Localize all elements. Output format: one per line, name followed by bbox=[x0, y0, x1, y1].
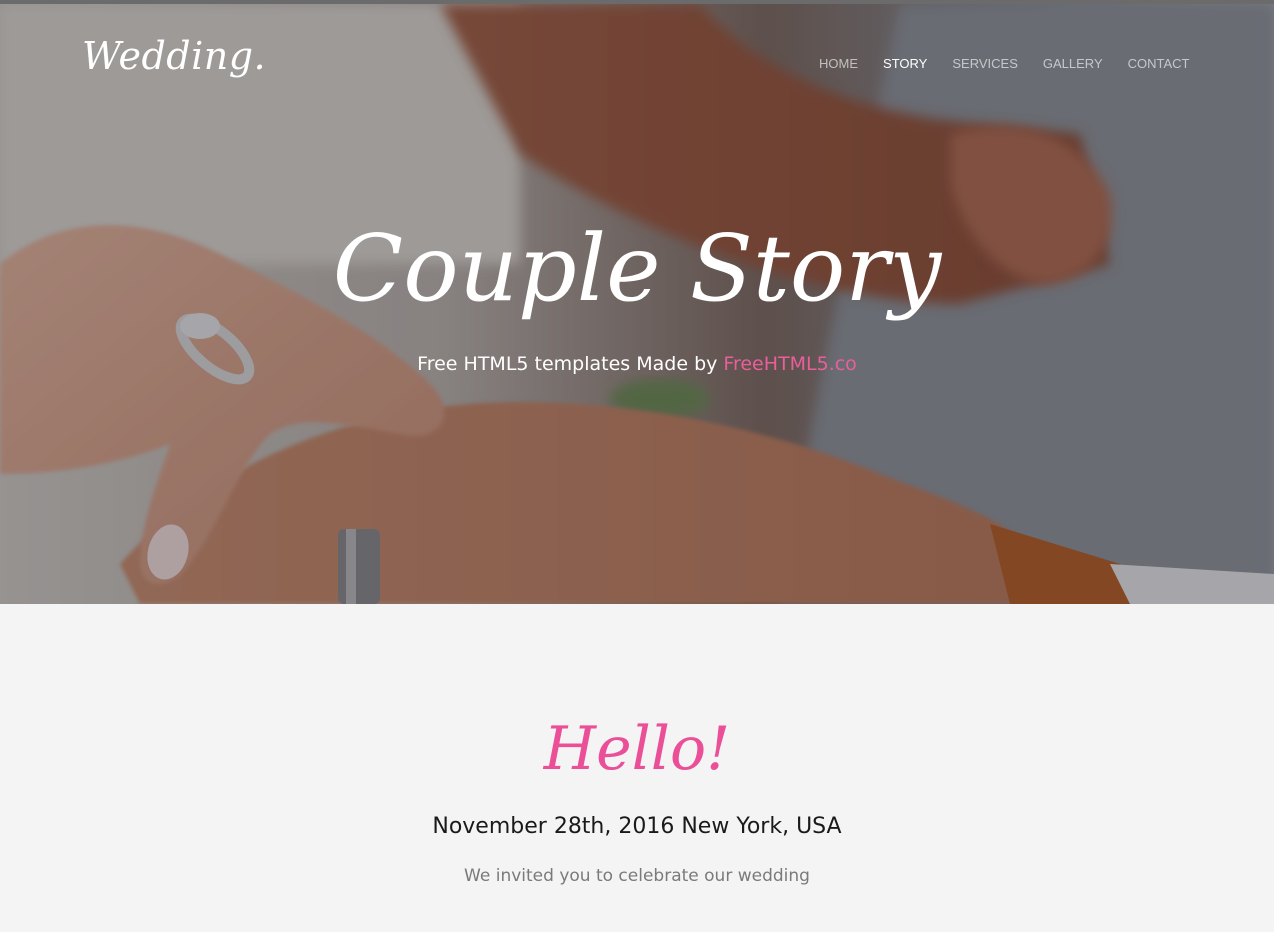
nav-item-services: SERVICES bbox=[940, 54, 1031, 74]
hero-subtitle: Free HTML5 templates Made by FreeHTML5.c… bbox=[0, 353, 1274, 375]
logo-link[interactable]: Wedding. bbox=[82, 34, 266, 78]
intro-section: Hello! November 28th, 2016 New York, USA… bbox=[0, 604, 1274, 932]
nav-link-story[interactable]: STORY bbox=[871, 54, 940, 74]
nav-link-contact[interactable]: CONTACT bbox=[1115, 54, 1202, 74]
hero-section: Wedding. HOME STORY SERVICES GALLERY CON… bbox=[0, 4, 1274, 604]
nav-link-services[interactable]: SERVICES bbox=[940, 54, 1031, 74]
nav-link-home[interactable]: HOME bbox=[807, 54, 871, 74]
freehtml5-link[interactable]: FreeHTML5.co bbox=[723, 353, 856, 375]
hero-title: Couple Story bbox=[332, 215, 942, 322]
wedding-date-location: November 28th, 2016 New York, USA bbox=[432, 814, 842, 839]
hero-subtitle-text: Free HTML5 templates Made by bbox=[417, 353, 724, 375]
nav-item-contact: CONTACT bbox=[1115, 54, 1202, 74]
intro-heading: Hello! bbox=[543, 714, 731, 784]
nav-item-gallery: GALLERY bbox=[1030, 54, 1115, 74]
nav-item-story: STORY bbox=[871, 54, 940, 74]
invitation-text: We invited you to celebrate our wedding bbox=[464, 866, 810, 886]
nav-link-gallery[interactable]: GALLERY bbox=[1030, 54, 1115, 74]
main-nav: HOME STORY SERVICES GALLERY CONTACT bbox=[807, 54, 1202, 74]
nav-item-home: HOME bbox=[807, 54, 871, 74]
